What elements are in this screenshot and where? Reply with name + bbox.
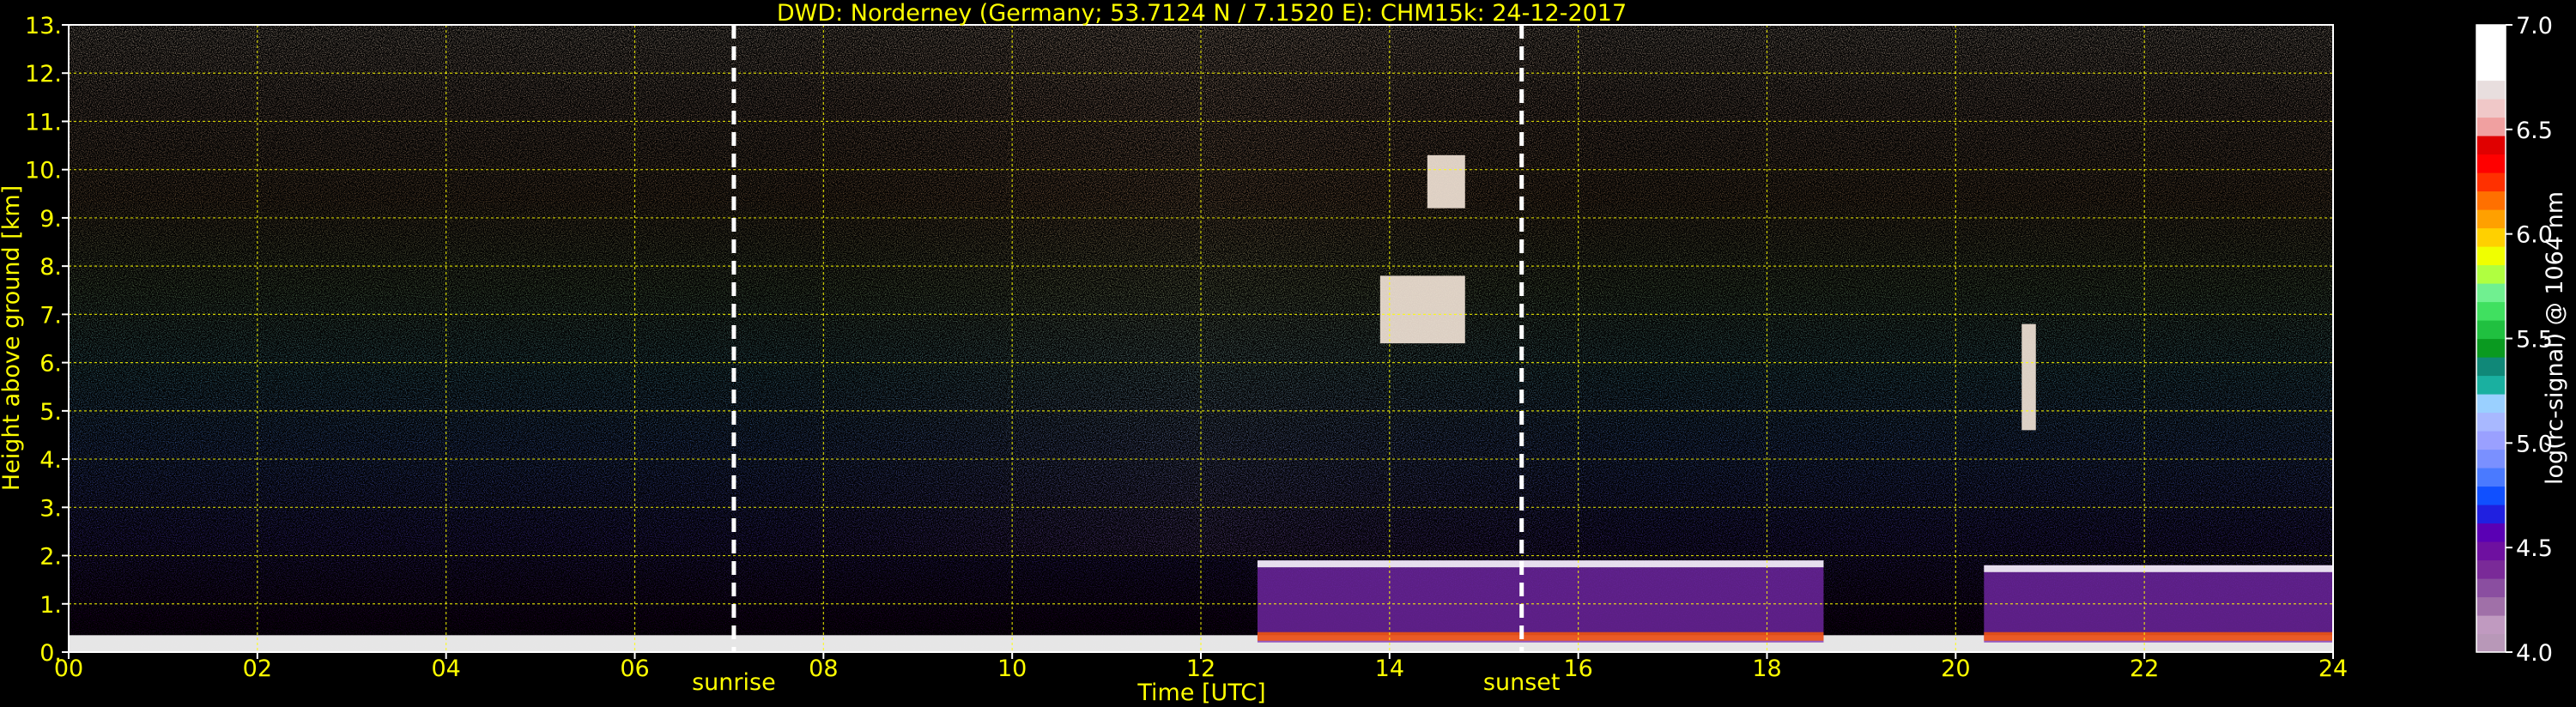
colorbar-swatch-29 xyxy=(2476,99,2506,118)
y-axis-label: Height above ground [km] xyxy=(0,185,25,491)
colorbar-swatch-31 xyxy=(2476,62,2506,82)
annotation-label-1: sunset xyxy=(1483,669,1561,696)
colorbar-swatch-8 xyxy=(2476,486,2506,505)
y-tick-label-2: 2. xyxy=(39,544,62,571)
x-tick-label-6: 12 xyxy=(1186,656,1215,682)
feature-top-edge-1 xyxy=(1257,560,1824,568)
colorbar-swatch-28 xyxy=(2476,117,2506,136)
annotation-label-0: sunrise xyxy=(692,669,776,696)
colorbar-swatch-24 xyxy=(2476,190,2506,210)
colorbar-swatch-17 xyxy=(2476,320,2506,340)
colorbar-swatch-27 xyxy=(2476,136,2506,155)
x-tick-label-11: 22 xyxy=(2130,656,2159,682)
colorbar-swatch-33 xyxy=(2476,25,2506,45)
y-tick-label-4: 4. xyxy=(39,447,62,474)
feature-cloud-2 xyxy=(1379,275,1465,344)
x-tick-label-10: 20 xyxy=(1941,656,1970,682)
colorbar-swatch-0 xyxy=(2476,633,2506,653)
colorbar-tick-label-1: 4.5 xyxy=(2516,535,2553,562)
y-tick-label-10: 10. xyxy=(25,158,62,184)
colorbar-swatch-25 xyxy=(2476,172,2506,192)
lidar-quicklook: sunrise sunset 00 02 04 06 08 10 12 14 16 18 20 22 24 0… xyxy=(0,0,2576,707)
colorbar-swatch-6 xyxy=(2476,523,2506,542)
y-tick-label-13: 13. xyxy=(25,13,62,39)
y-tick-label-6: 6. xyxy=(39,351,62,378)
colorbar-swatch-20 xyxy=(2476,264,2506,284)
x-tick-label-9: 18 xyxy=(1752,656,1781,682)
colorbar-swatch-4 xyxy=(2476,559,2506,579)
colorbar-swatch-18 xyxy=(2476,301,2506,321)
chart-title: DWD: Norderney (Germany; 53.7124 N / 7.1… xyxy=(777,0,1627,27)
x-tick-label-2: 04 xyxy=(431,656,460,682)
feature-aerosol_layer-1 xyxy=(1257,560,1824,643)
x-tick-label-4: 08 xyxy=(809,656,838,682)
colorbar-tick-label-6: 7.0 xyxy=(2516,13,2553,39)
feature-cloud-4 xyxy=(2021,323,2036,431)
y-tick-label-7: 7. xyxy=(39,302,62,329)
x-tick-label-8: 16 xyxy=(1563,656,1592,682)
colorbar-swatch-26 xyxy=(2476,154,2506,173)
colorbar-swatch-16 xyxy=(2476,338,2506,358)
plot-area xyxy=(69,25,2333,652)
colorbar-swatch-5 xyxy=(2476,541,2506,561)
colorbar-swatch-30 xyxy=(2476,80,2506,100)
feature-base-1 xyxy=(1257,631,1824,641)
x-tick-label-7: 14 xyxy=(1375,656,1404,682)
colorbar-swatch-2 xyxy=(2476,596,2506,616)
colorbar-swatch-1 xyxy=(2476,615,2506,635)
y-tick-label-0: 0. xyxy=(39,640,62,667)
x-tick-label-3: 06 xyxy=(620,656,649,682)
colorbar-swatch-12 xyxy=(2476,412,2506,432)
colorbar-label: log(rc-signal) @ 1064 nm xyxy=(2542,191,2568,485)
y-tick-label-3: 3. xyxy=(39,495,62,522)
colorbar-tick-label-0: 4.0 xyxy=(2516,640,2553,667)
colorbar-swatch-13 xyxy=(2476,394,2506,414)
y-tick-label-5: 5. xyxy=(39,399,62,426)
colorbar-swatch-14 xyxy=(2476,375,2506,395)
colorbar-swatch-9 xyxy=(2476,468,2506,487)
feature-base-5 xyxy=(1984,631,2333,641)
colorbar-swatch-19 xyxy=(2476,283,2506,303)
x-tick-label-12: 24 xyxy=(2318,656,2348,682)
colorbar-swatch-15 xyxy=(2476,357,2506,377)
colorbar-swatch-21 xyxy=(2476,246,2506,266)
feature-top-edge-5 xyxy=(1984,565,2333,572)
colorbar-swatch-32 xyxy=(2476,43,2506,63)
colorbar-swatch-7 xyxy=(2476,505,2506,524)
colorbar-swatch-10 xyxy=(2476,449,2506,468)
y-tick-label-9: 9. xyxy=(39,206,62,233)
y-tick-label-8: 8. xyxy=(39,254,62,281)
y-tick-label-11: 11. xyxy=(25,109,62,136)
x-axis-label: Time [UTC] xyxy=(1136,680,1265,706)
colorbar-swatch-23 xyxy=(2476,209,2506,229)
colorbar-swatch-3 xyxy=(2476,578,2506,598)
chart-svg: sunrise sunset00 02 04 06 08 10 12 14 16 18 20 22 240… xyxy=(0,0,2568,706)
colorbar-tick-label-5: 6.5 xyxy=(2516,118,2553,144)
x-tick-label-1: 02 xyxy=(243,656,272,682)
x-tick-label-5: 10 xyxy=(997,656,1027,682)
colorbar-swatch-22 xyxy=(2476,227,2506,247)
y-tick-label-1: 1. xyxy=(39,592,62,619)
colorbar-swatch-11 xyxy=(2476,431,2506,450)
feature-cloud-3 xyxy=(1427,154,1465,208)
y-tick-label-12: 12. xyxy=(25,61,62,88)
